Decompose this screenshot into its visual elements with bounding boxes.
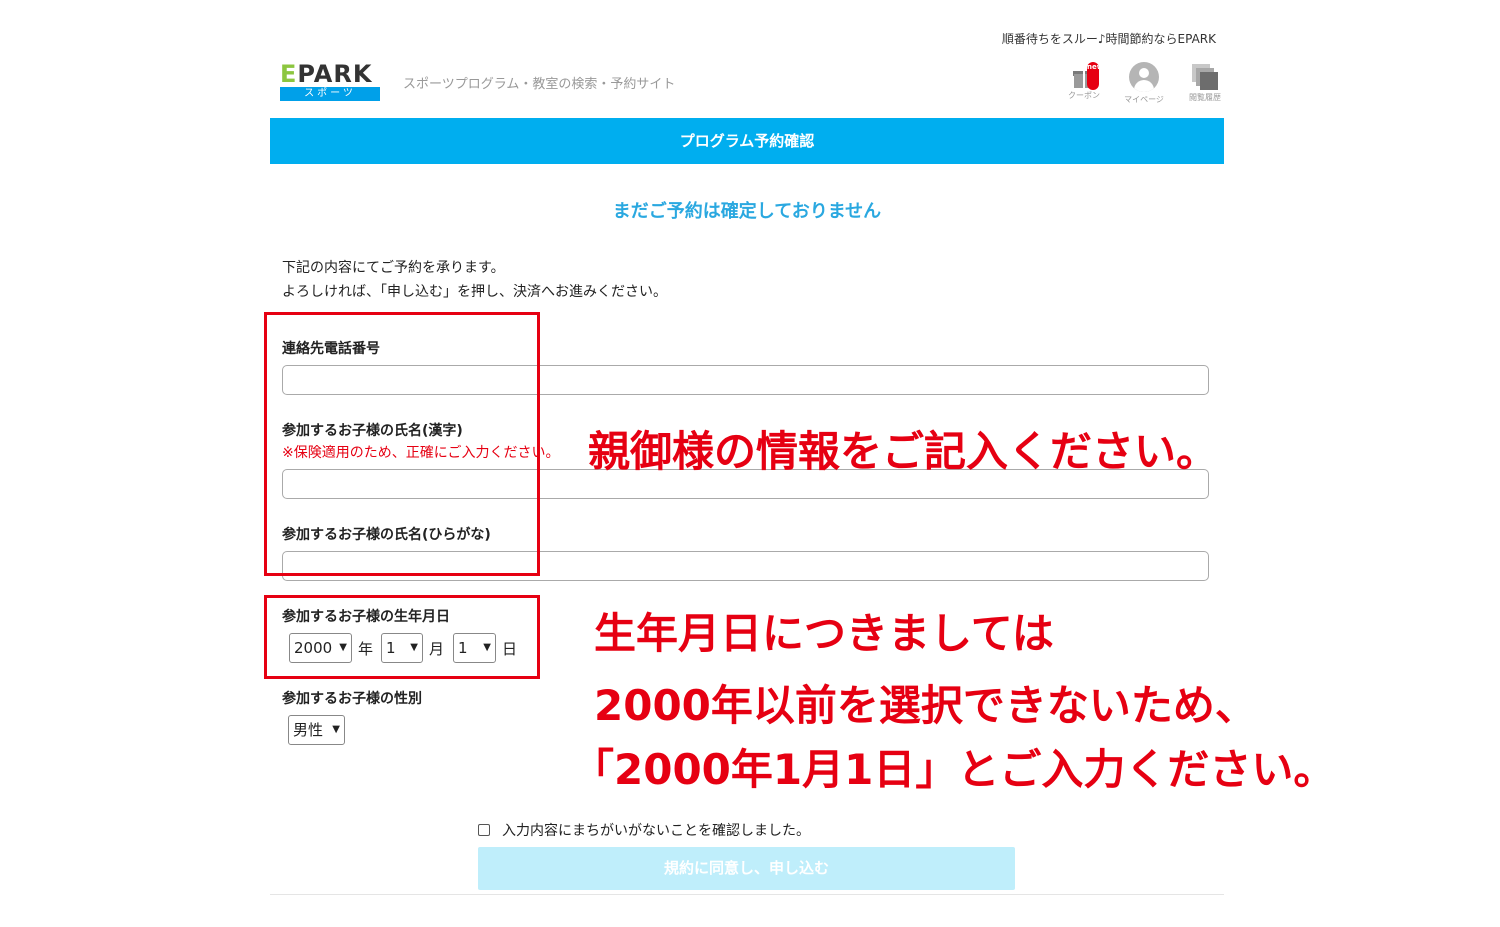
intro-line-1: 下記の内容にてご予約を承ります。 — [282, 260, 505, 276]
parent-info-annotation: 親御様の情報をご記入ください。 — [588, 427, 1219, 476]
birthdate-highlight-box — [264, 595, 540, 679]
gender-label: 参加するお子様の性別 — [282, 691, 422, 707]
not-confirmed-notice: まだご予約は確定しておりません — [612, 201, 882, 222]
user-icon — [1129, 62, 1159, 92]
mypage-link[interactable]: マイページ — [1116, 62, 1172, 105]
birthdate-annotation-line-3: 「2000年1月1日」とご入力ください。 — [572, 745, 1336, 794]
confirm-checkbox-label[interactable]: 入力内容にまちがいがないことを確認しました。 — [502, 820, 810, 840]
page-title-banner: プログラム予約確認 — [270, 118, 1224, 164]
confirm-checkbox[interactable] — [478, 824, 490, 836]
birthdate-annotation-line-2: 2000年以前を選択できないため、 — [594, 681, 1257, 730]
mypage-label: マイページ — [1124, 95, 1164, 104]
new-badge: new — [1087, 62, 1103, 90]
coupon-link[interactable]: new クーポン — [1056, 62, 1112, 101]
coupon-label: クーポン — [1068, 91, 1100, 100]
history-link[interactable]: 閲覧履歴 — [1177, 62, 1233, 103]
site-description: スポーツプログラム・教室の検索・予約サイト — [403, 77, 676, 92]
agree-and-apply-button[interactable]: 規約に同意し、申し込む — [478, 847, 1015, 890]
epark-sports-logo[interactable]: EPARK スポーツ — [280, 62, 380, 102]
history-label: 閲覧履歴 — [1189, 93, 1221, 102]
history-icon — [1192, 64, 1218, 90]
footer-divider — [270, 894, 1224, 895]
logo-sub: スポーツ — [280, 87, 380, 101]
intro-text: 下記の内容にてご予約を承ります。 よろしければ、「申し込む」を押し、決済へお進み… — [282, 256, 667, 304]
parent-info-highlight-box — [264, 312, 540, 576]
logo-word: PARK — [297, 60, 373, 88]
gift-icon: new — [1073, 62, 1103, 90]
confirm-row: 入力内容にまちがいがないことを確認しました。 — [478, 820, 810, 840]
header-tagline: 順番待ちをスルー♪時間節約ならEPARK — [1001, 32, 1216, 46]
chevron-down-icon: ▼ — [332, 724, 340, 735]
gender-select[interactable]: 男性 ▼ — [288, 715, 345, 745]
logo-letter: E — [280, 60, 298, 88]
intro-line-2: よろしければ、「申し込む」を押し、決済へお進みください。 — [282, 284, 667, 300]
birthdate-annotation-line-1: 生年月日につきましては — [594, 609, 1054, 658]
